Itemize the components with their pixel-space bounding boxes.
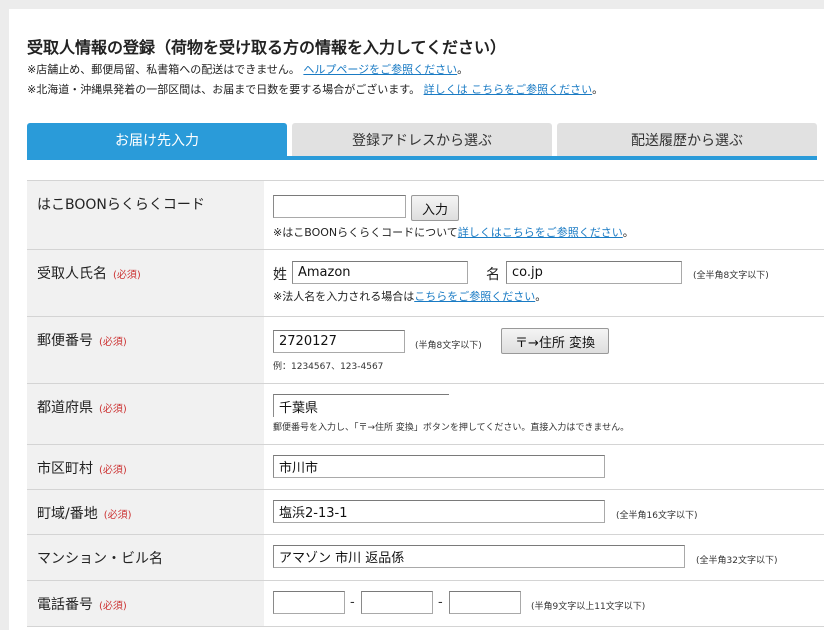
- city-label: 市区町村 (必須): [27, 445, 264, 489]
- phone-input-3[interactable]: [449, 591, 521, 614]
- corporate-name-note: ※法人名を入力される場合はこちらをご参照ください。: [273, 290, 547, 303]
- required-mark: (必須): [99, 465, 127, 476]
- street-length-hint: (全半角16文字以下): [616, 511, 698, 521]
- postal-example: 例：1234567、123-4567: [273, 362, 384, 372]
- notice-2-text: ※北海道・沖縄県発着の一部区間は、お届まで日数を要する場合がございます。: [27, 83, 421, 96]
- page-title: 受取人情報の登録（荷物を受け取る方の情報を入力してください）: [27, 38, 507, 57]
- required-mark: (必須): [99, 404, 127, 415]
- row-street: 町域/番地(必須) (全半角16文字以下): [27, 490, 824, 535]
- notice-1-text: ※店舗止め、郵便局留、私書箱への配送はできません。: [27, 63, 300, 76]
- phone-separator: -: [350, 595, 355, 610]
- notice-2-end: 。: [592, 83, 604, 96]
- details-link[interactable]: 詳しくは こちらをご参照ください: [424, 83, 593, 96]
- sei-label: 姓: [273, 267, 287, 283]
- haco-code-label: はこBOONらくらくコード: [27, 181, 264, 249]
- haco-code-enter-button[interactable]: 入力: [411, 195, 459, 221]
- mei-label: 名: [486, 267, 500, 283]
- tab-enter-address[interactable]: お届け先入力: [27, 123, 287, 157]
- recipient-form: はこBOONらくらくコード 入力 ※はこBOONらくらくコードについて詳しくはこ…: [27, 180, 824, 627]
- recipient-name-label: 受取人氏名 (必須): [27, 250, 264, 316]
- row-recipient-name: 受取人氏名(必須) 姓 名 (全半角8文字以下) ※法人名を入力される場合はこち…: [27, 250, 824, 317]
- address-tabs: お届け先入力 登録アドレスから選ぶ 配送履歴から選ぶ: [27, 123, 817, 159]
- notice-line-1: ※店舗止め、郵便局留、私書箱への配送はできません。 ヘルプページをご参照ください…: [27, 61, 468, 77]
- sei-input[interactable]: [292, 261, 468, 284]
- mei-input[interactable]: [506, 261, 682, 284]
- tab-underline: [27, 156, 817, 160]
- postal-code-label: 郵便番号 (必須): [27, 317, 264, 383]
- city-input[interactable]: [273, 455, 605, 478]
- postal-length-hint: (半角8文字以下): [415, 341, 482, 351]
- building-label: マンション・ビル名: [27, 535, 264, 580]
- required-mark: (必須): [103, 510, 132, 521]
- tab-registered-address[interactable]: 登録アドレスから選ぶ: [292, 123, 552, 157]
- help-page-link[interactable]: ヘルプページをご参照ください: [303, 63, 457, 76]
- haco-code-details-link[interactable]: 詳しくはこちらをご参照ください: [458, 226, 623, 239]
- haco-code-note: ※はこBOONらくらくコードについて詳しくはこちらをご参照ください。: [273, 226, 634, 239]
- required-mark: (必須): [99, 337, 127, 348]
- row-building: マンション・ビル名 (全半角32文字以下): [27, 535, 824, 581]
- tab-delivery-history[interactable]: 配送履歴から選ぶ: [557, 123, 817, 157]
- prefecture-input[interactable]: [273, 394, 449, 417]
- postal-code-input[interactable]: [273, 330, 405, 353]
- name-length-hint: (全半角8文字以下): [693, 271, 769, 281]
- row-prefecture: 都道府県(必須) 郵便番号を入力し、「〒→住所 変換」ボタンを押してください。直…: [27, 384, 824, 445]
- row-city: 市区町村 (必須): [27, 445, 824, 490]
- row-haco-code: はこBOONらくらくコード 入力 ※はこBOONらくらくコードについて詳しくはこ…: [27, 181, 824, 250]
- phone-label: 電話番号 (必須): [27, 581, 264, 626]
- required-mark: (必須): [113, 270, 141, 281]
- corporate-name-link[interactable]: こちらをご参照ください: [414, 290, 535, 303]
- prefecture-label: 都道府県 (必須): [27, 384, 264, 444]
- building-input[interactable]: [273, 545, 685, 568]
- phone-input-1[interactable]: [273, 591, 345, 614]
- notice-1-end: 。: [457, 63, 469, 76]
- phone-length-hint: (半角9文字以上11文字以下): [531, 602, 646, 612]
- street-input[interactable]: [273, 500, 605, 523]
- required-mark: (必須): [99, 601, 127, 612]
- row-phone: 電話番号 (必須) - - (半角9文字以上11文字以下): [27, 581, 824, 627]
- phone-input-2[interactable]: [361, 591, 433, 614]
- phone-separator: -: [438, 595, 443, 610]
- street-label: 町域/番地 (必須): [27, 490, 264, 534]
- row-postal-code: 郵便番号(必須) (半角8文字以下) 〒→住所 変換 例：1234567、123…: [27, 317, 824, 384]
- postal-to-address-button[interactable]: 〒→住所 変換: [501, 328, 609, 354]
- notice-line-2: ※北海道・沖縄県発着の一部区間は、お届まで日数を要する場合がございます。 詳しく…: [27, 81, 603, 97]
- haco-code-input[interactable]: [273, 195, 406, 218]
- prefecture-note: 郵便番号を入力し、「〒→住所 変換」ボタンを押してください。直接入力はできません…: [273, 423, 630, 433]
- building-length-hint: (全半角32文字以下): [696, 556, 778, 566]
